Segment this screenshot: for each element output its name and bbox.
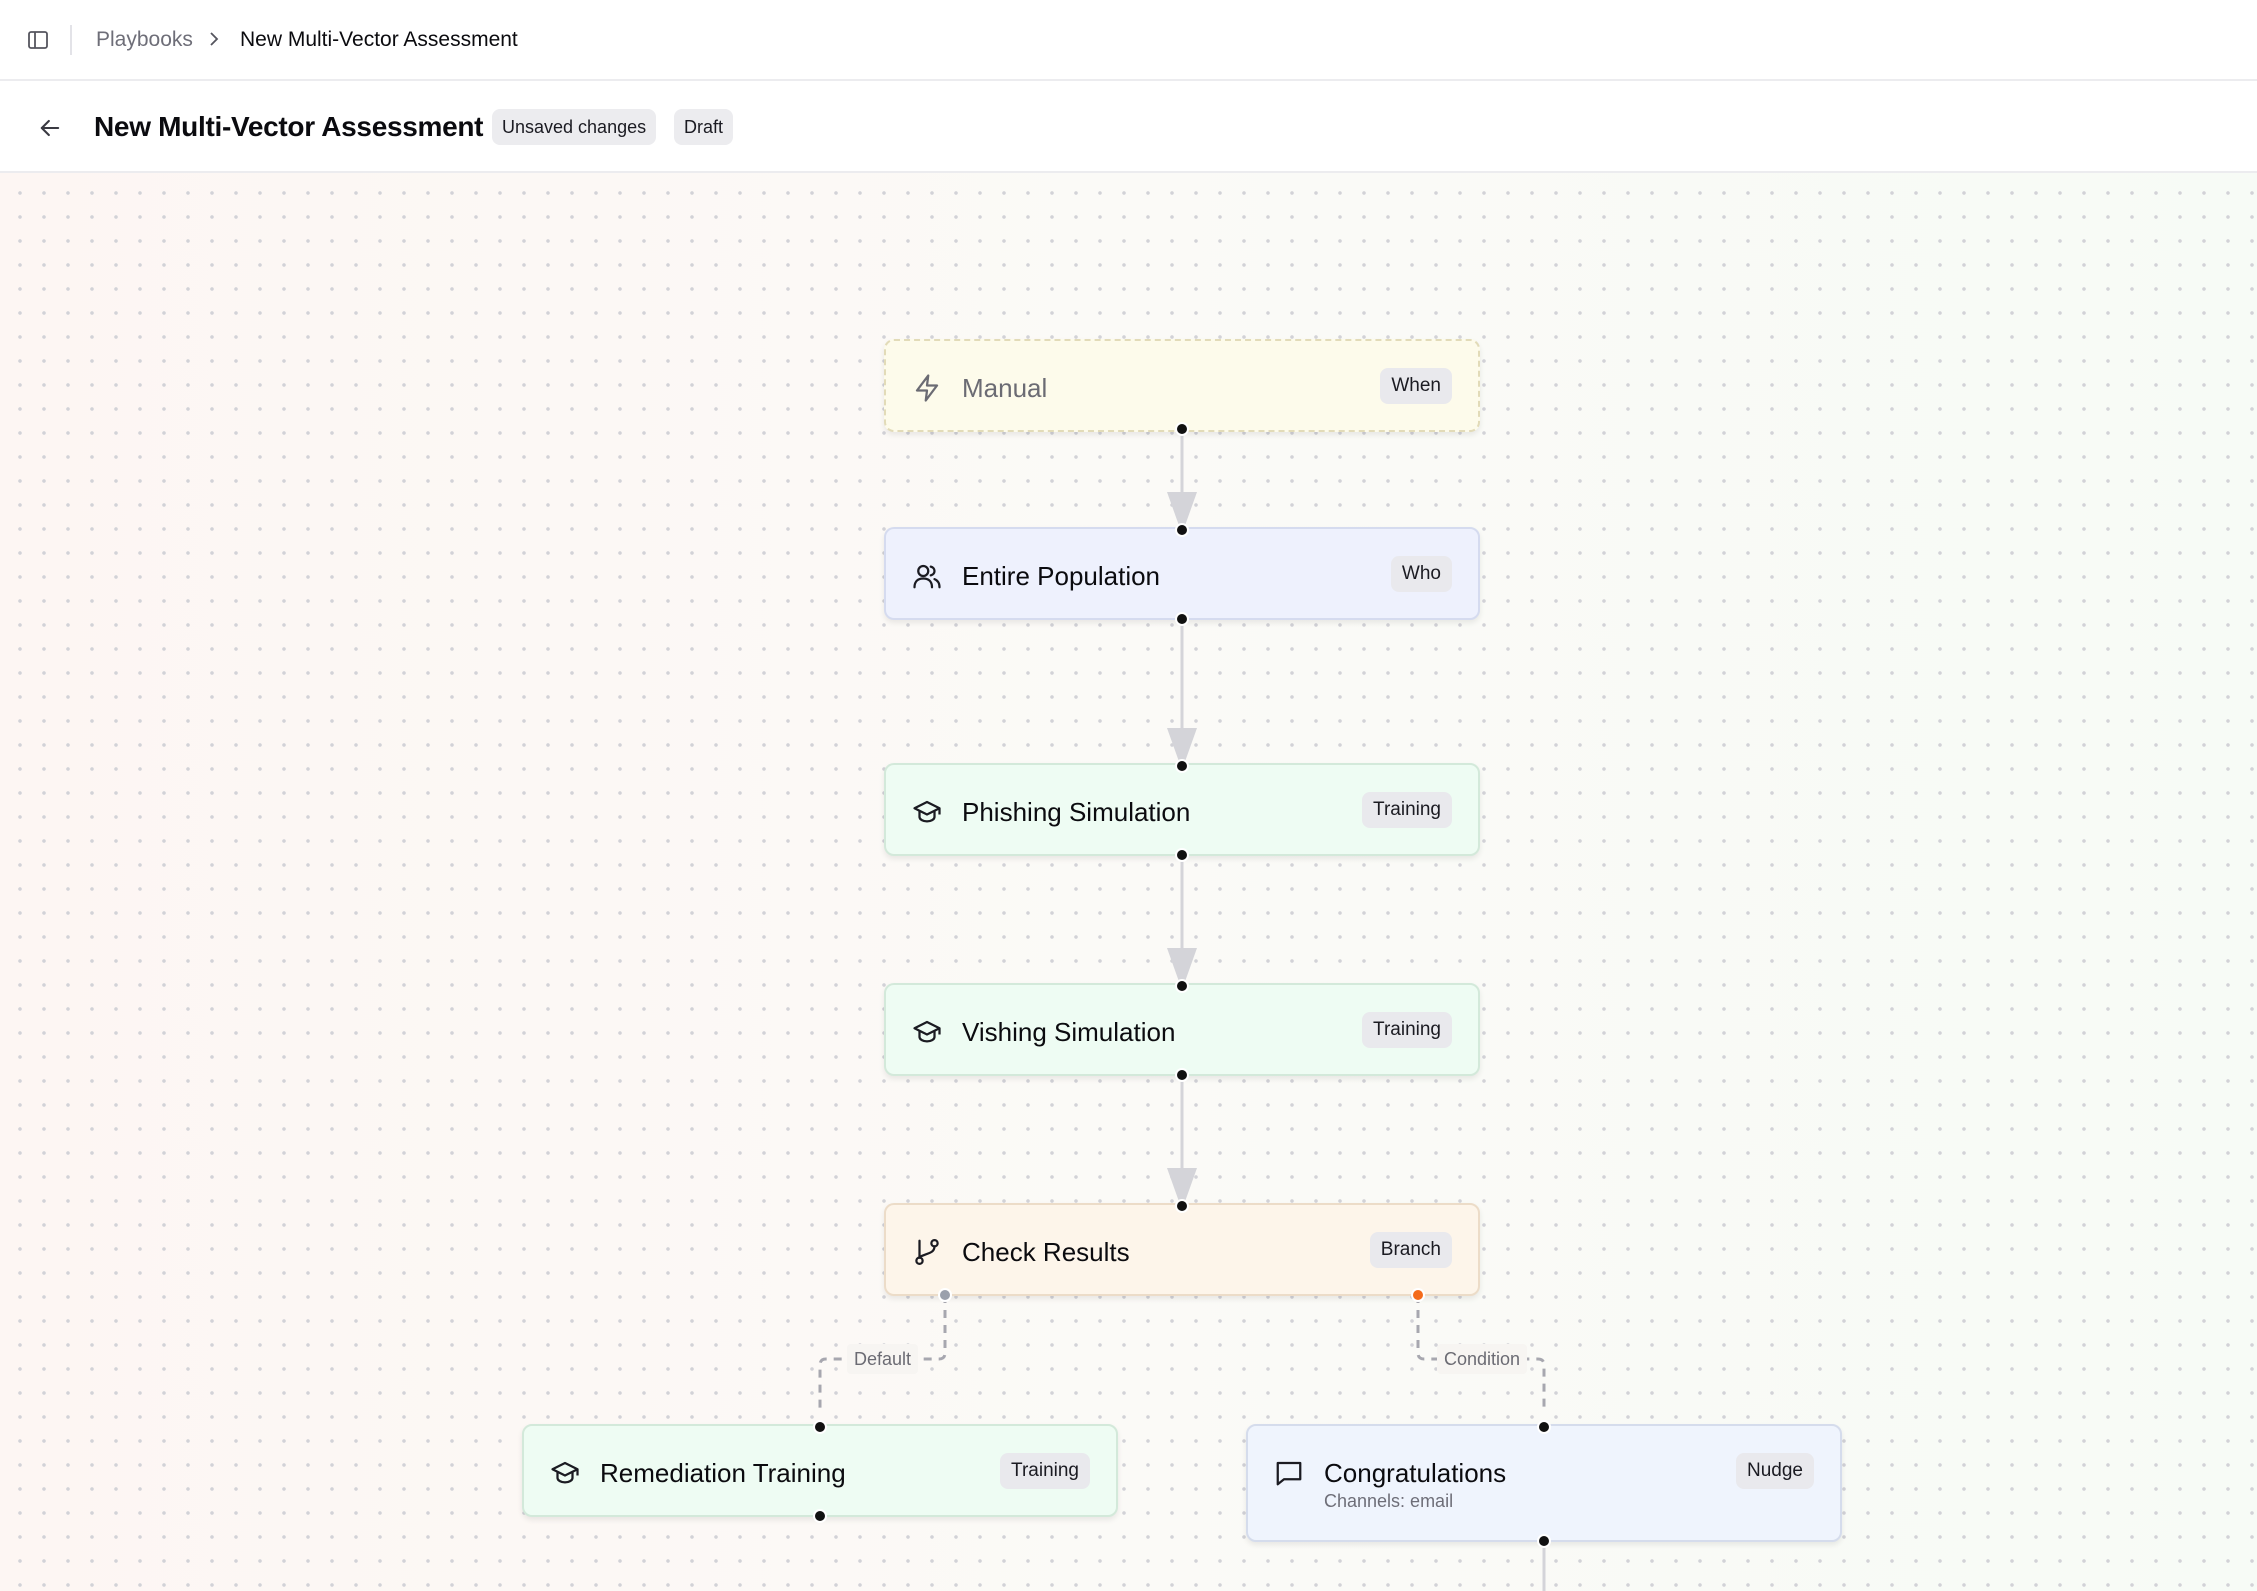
git-branch-icon	[915, 1239, 939, 1265]
node-channels: Channels: email	[1324, 1491, 1454, 1511]
node-phishing-simulation[interactable]: Phishing Simulation Training	[884, 763, 1480, 856]
handle-phishing-out[interactable]	[1175, 848, 1189, 862]
node-tag: Training	[1362, 792, 1452, 828]
handle-congrats-out[interactable]	[1537, 1534, 1551, 1548]
node-tag: Training	[1000, 1453, 1090, 1489]
handle-manual-out[interactable]	[1175, 422, 1189, 436]
message-square-icon	[1276, 1461, 1302, 1486]
node-label: Vishing Simulation	[962, 1017, 1176, 1047]
handle-vishing-in[interactable]	[1175, 979, 1189, 993]
node-tag: Who	[1390, 556, 1452, 592]
handle-check-in[interactable]	[1175, 1199, 1189, 1213]
sidebar-toggle-icon[interactable]	[26, 28, 50, 52]
node-entire-population[interactable]: Entire Population Who	[884, 527, 1480, 620]
divider	[70, 25, 72, 55]
handle-remediation-out[interactable]	[813, 1509, 827, 1523]
node-label: Entire Population	[962, 561, 1161, 591]
edge-label-default[interactable]: Default	[847, 1344, 919, 1374]
handle-population-in[interactable]	[1175, 523, 1189, 537]
draft-badge: Draft	[674, 109, 734, 145]
page-title: New Multi-Vector Assessment	[94, 111, 484, 142]
node-tag: Nudge	[1736, 1453, 1814, 1489]
lightning-icon	[915, 374, 939, 402]
node-check-results[interactable]: Check Results Branch	[884, 1203, 1480, 1296]
node-remediation-training[interactable]: Remediation Training Training	[522, 1424, 1118, 1517]
handle-check-default-out[interactable]	[938, 1288, 952, 1302]
workflow-canvas[interactable]: Manual When Entire Population Who Phishi…	[0, 173, 2257, 1591]
title-bar: New Multi-Vector Assessment Unsaved chan…	[0, 81, 2257, 173]
node-label: Check Results	[962, 1237, 1130, 1267]
node-manual[interactable]: Manual When	[884, 339, 1480, 432]
node-label: Manual	[962, 373, 1048, 403]
handle-check-condition-out[interactable]	[1411, 1288, 1425, 1302]
node-label: Remediation Training	[600, 1458, 846, 1488]
node-tag: Training	[1362, 1012, 1452, 1048]
chevron-right-icon	[210, 32, 219, 46]
unsaved-changes-badge: Unsaved changes	[492, 109, 657, 145]
handle-remediation-in[interactable]	[813, 1420, 827, 1434]
handle-congrats-in[interactable]	[1537, 1420, 1551, 1434]
graduation-cap-icon	[913, 800, 941, 823]
users-icon	[913, 564, 941, 589]
breadcrumb-current: New Multi-Vector Assessment	[240, 28, 518, 51]
handle-phishing-in[interactable]	[1175, 759, 1189, 773]
node-vishing-simulation[interactable]: Vishing Simulation Training	[884, 983, 1480, 1076]
node-label: Phishing Simulation	[962, 797, 1191, 827]
back-arrow-icon[interactable]	[36, 114, 64, 142]
breadcrumb-playbooks[interactable]: Playbooks	[96, 26, 193, 54]
graduation-cap-icon	[913, 1020, 941, 1043]
edge-label-condition[interactable]: Condition	[1437, 1344, 1528, 1374]
graduation-cap-icon	[551, 1461, 579, 1484]
node-tag: When	[1380, 368, 1452, 404]
node-tag: Branch	[1369, 1232, 1452, 1268]
node-congratulations[interactable]: Congratulations Channels: email Nudge	[1246, 1424, 1842, 1542]
handle-population-out[interactable]	[1175, 612, 1189, 626]
handle-vishing-out[interactable]	[1175, 1068, 1189, 1082]
node-label: Congratulations	[1324, 1458, 1507, 1488]
top-bar: Playbooks New Multi-Vector Assessment	[0, 0, 2257, 81]
